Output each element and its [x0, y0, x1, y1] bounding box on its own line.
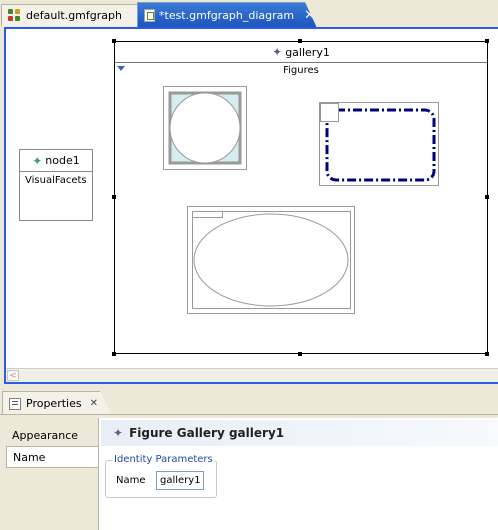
- ellipse-figure-graphic: [192, 211, 351, 309]
- gallery-compartment: Figures: [115, 63, 487, 79]
- properties-header-title: Figure Gallery gallery1: [129, 426, 285, 440]
- close-icon[interactable]: ✕: [304, 8, 315, 23]
- node-title: ✦ node1: [20, 150, 92, 172]
- tab-label: *test.gmfgraph_diagram: [159, 9, 295, 22]
- gallery-compartment-label: Figures: [283, 65, 319, 76]
- properties-tab-appearance[interactable]: Appearance: [6, 424, 98, 446]
- editor-tab-bar: default.gmfgraph *test.gmfgraph_diagram …: [0, 0, 498, 28]
- identity-group-title: Identity Parameters: [112, 454, 215, 465]
- selection-handle[interactable]: [485, 39, 489, 43]
- divider: [0, 414, 498, 415]
- identity-group: Identity Parameters Name gallery1: [105, 454, 217, 498]
- selection-handle[interactable]: [112, 352, 116, 356]
- properties-view: Properties ✕ Appearance Name ✦ Figure Ga…: [0, 384, 498, 530]
- tab-label: default.gmfgraph: [26, 9, 122, 22]
- gallery-title: ✦ gallery1: [115, 42, 487, 63]
- properties-view-title: Properties: [26, 397, 82, 410]
- node-compartment-label: VisualFacets: [25, 175, 87, 186]
- selection-handle[interactable]: [112, 195, 116, 199]
- name-field[interactable]: gallery1: [156, 471, 204, 490]
- properties-tab-list: Appearance Name: [6, 424, 98, 528]
- selection-handle[interactable]: [112, 39, 116, 43]
- properties-content: ✦ Figure Gallery gallery1 Identity Param…: [98, 418, 498, 530]
- selection-handle[interactable]: [298, 39, 302, 43]
- properties-view-tab[interactable]: Properties ✕: [2, 391, 112, 415]
- properties-header: ✦ Figure Gallery gallery1: [101, 420, 498, 446]
- collapse-triangle-icon[interactable]: [117, 66, 125, 71]
- selection-handle[interactable]: [485, 195, 489, 199]
- rounded-rectangle-figure-graphic: [320, 103, 436, 182]
- node-shape[interactable]: ✦ node1 VisualFacets: [19, 149, 93, 221]
- node-icon: ✦: [32, 153, 43, 168]
- diagram-file-icon: [144, 9, 155, 22]
- close-icon[interactable]: ✕: [90, 398, 98, 409]
- properties-tab-name[interactable]: Name: [6, 446, 98, 468]
- selection-handle[interactable]: [485, 352, 489, 356]
- scroll-left-icon[interactable]: <: [7, 370, 19, 381]
- node-name[interactable]: node1: [45, 154, 79, 167]
- gmfgraph-file-icon: [8, 8, 22, 23]
- horizontal-scrollbar[interactable]: <: [6, 368, 498, 382]
- rectangle-figure-graphic: [168, 91, 242, 165]
- rectangle-figure[interactable]: [163, 86, 247, 170]
- figure-gallery-shape[interactable]: ✦ gallery1 Figures: [114, 41, 488, 354]
- figure-gallery-icon: ✦: [113, 426, 124, 440]
- tab-default-gmfgraph[interactable]: default.gmfgraph: [1, 4, 141, 26]
- figure-gallery-icon: ✦: [272, 45, 283, 59]
- name-field-label: Name: [116, 475, 146, 486]
- diagram-canvas[interactable]: ✦ node1 VisualFacets ✦ gallery1 Figures: [4, 27, 498, 384]
- ellipse-figure[interactable]: [187, 206, 355, 314]
- rounded-rectangle-figure[interactable]: [319, 102, 439, 186]
- selection-handle[interactable]: [298, 352, 302, 356]
- tab-test-gmfgraph-diagram[interactable]: *test.gmfgraph_diagram ✕: [137, 2, 317, 28]
- properties-icon: [9, 397, 21, 410]
- gallery-name[interactable]: gallery1: [285, 46, 330, 59]
